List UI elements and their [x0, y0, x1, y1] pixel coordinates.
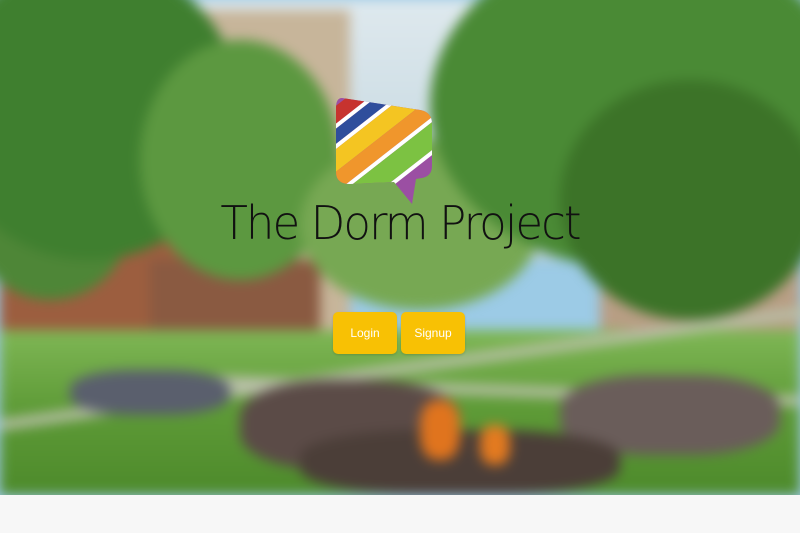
login-button[interactable]: Login	[333, 312, 397, 354]
speech-bubble-logo-icon	[336, 98, 432, 204]
auth-buttons: Login Signup	[333, 312, 465, 356]
signup-button[interactable]: Signup	[401, 312, 465, 354]
page-footer-area	[0, 495, 800, 533]
hero-section: The Dorm Project Login Signup	[0, 0, 800, 495]
brand-title: The Dorm Project	[220, 196, 581, 250]
